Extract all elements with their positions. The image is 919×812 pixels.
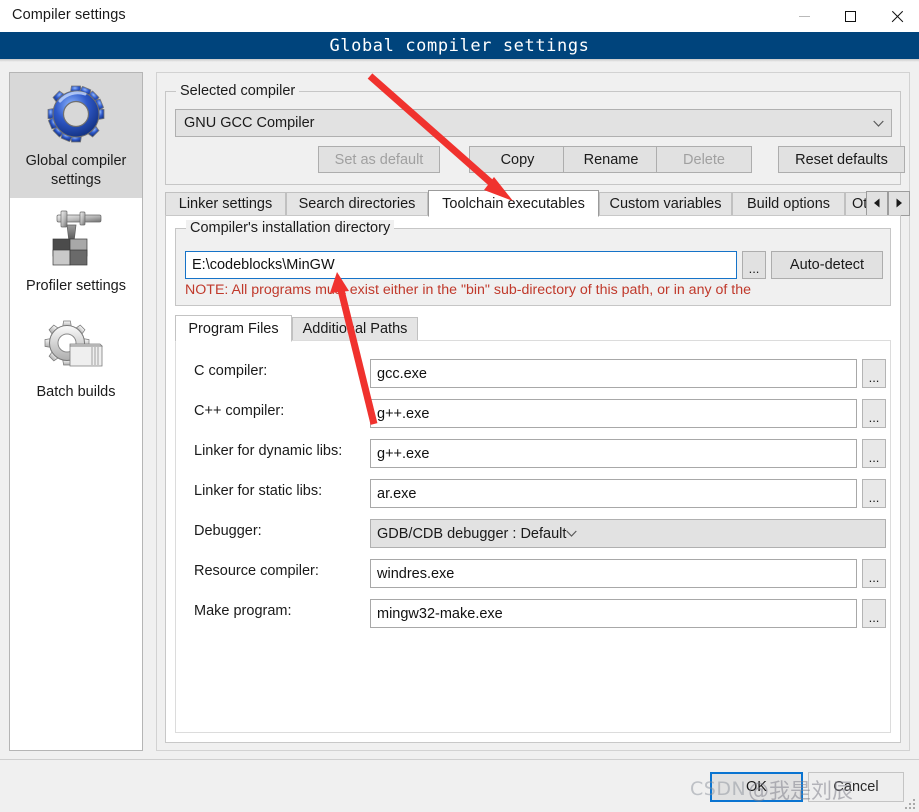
rename-button[interactable]: Rename	[563, 146, 659, 173]
triangle-right-icon	[895, 195, 903, 213]
linker-dynamic-browse-button[interactable]: ...	[862, 439, 886, 468]
minimize-icon	[798, 15, 810, 17]
sidebar-item-global-compiler-settings[interactable]: Global compiler settings	[10, 73, 142, 198]
minimize-button[interactable]	[781, 0, 827, 32]
compiler-settings-dialog: Compiler settings Global compiler settin…	[0, 0, 919, 812]
chevron-down-icon	[566, 530, 578, 538]
toolchain-executables-panel: Compiler's installation directory E:\cod…	[165, 215, 901, 743]
program-files-panel: C compiler: gcc.exe ... C++ compiler: g+…	[175, 340, 891, 733]
profiler-caliper-icon	[40, 206, 112, 272]
sidebar-item-profiler-settings[interactable]: Profiler settings	[10, 198, 142, 304]
installation-directory-note: NOTE: All programs must exist either in …	[185, 282, 751, 298]
tab-scroll-left-button[interactable]	[866, 191, 888, 216]
maximize-button[interactable]	[827, 0, 873, 32]
resource-compiler-input[interactable]: windres.exe	[370, 559, 857, 588]
linker-dynamic-input[interactable]: g++.exe	[370, 439, 857, 468]
selected-compiler-group: Selected compiler GNU GCC Compiler Set a…	[165, 83, 905, 185]
page-title-band: Global compiler settings	[0, 32, 919, 59]
installation-directory-browse-button[interactable]: ...	[742, 251, 766, 279]
c-compiler-browse-button[interactable]: ...	[862, 359, 886, 388]
c-compiler-input[interactable]: gcc.exe	[370, 359, 857, 388]
resource-compiler-browse-button[interactable]: ...	[862, 559, 886, 588]
sidebar-item-label: Global compiler settings	[25, 153, 127, 188]
field-row-resource-compiler: Resource compiler: windres.exe ...	[176, 559, 892, 589]
field-row-c-compiler: C compiler: gcc.exe ...	[176, 359, 892, 389]
tab-search-directories[interactable]: Search directories	[286, 192, 428, 216]
field-value: gcc.exe	[377, 365, 427, 382]
field-value: g++.exe	[377, 445, 430, 462]
settings-content-panel: Selected compiler GNU GCC Compiler Set a…	[156, 72, 910, 751]
field-value: g++.exe	[377, 405, 430, 422]
field-row-linker-dynamic: Linker for dynamic libs: g++.exe ...	[176, 439, 892, 469]
chevron-down-icon	[873, 120, 884, 128]
dialog-body: Global compiler settings Profiler settin…	[0, 62, 919, 759]
field-value: mingw32-make.exe	[377, 605, 503, 622]
compiler-select[interactable]: GNU GCC Compiler	[175, 109, 892, 137]
compiler-select-value: GNU GCC Compiler	[184, 115, 315, 131]
cpp-compiler-browse-button[interactable]: ...	[862, 399, 886, 428]
page-title: Global compiler settings	[329, 35, 590, 56]
maximize-icon	[844, 10, 856, 22]
field-label: Linker for dynamic libs:	[194, 443, 343, 459]
field-label: C compiler:	[194, 363, 268, 379]
batch-builds-gear-icon	[40, 312, 112, 378]
cancel-button[interactable]: Cancel	[808, 772, 904, 802]
settings-tabstrip: Linker settings Search directories Toolc…	[165, 190, 910, 217]
tab-program-files[interactable]: Program Files	[175, 315, 292, 342]
make-program-browse-button[interactable]: ...	[862, 599, 886, 628]
reset-defaults-button[interactable]: Reset defaults	[778, 146, 905, 173]
tab-custom-variables[interactable]: Custom variables	[599, 192, 732, 216]
field-row-make-program: Make program: mingw32-make.exe ...	[176, 599, 892, 629]
installation-directory-value: E:\codeblocks\MinGW	[192, 257, 335, 273]
field-row-linker-static: Linker for static libs: ar.exe ...	[176, 479, 892, 509]
installation-directory-group: Compiler's installation directory E:\cod…	[175, 220, 891, 306]
linker-static-input[interactable]: ar.exe	[370, 479, 857, 508]
delete-button[interactable]: Delete	[656, 146, 752, 173]
tab-additional-paths[interactable]: Additional Paths	[292, 317, 418, 341]
tab-scroll-right-button[interactable]	[888, 191, 910, 216]
installation-directory-group-title: Compiler's installation directory	[186, 220, 395, 236]
window-titlebar: Compiler settings	[0, 0, 919, 33]
close-icon	[890, 10, 903, 23]
field-row-cpp-compiler: C++ compiler: g++.exe ...	[176, 399, 892, 429]
resize-grip-icon[interactable]	[904, 798, 917, 811]
ok-button[interactable]: OK	[710, 772, 803, 802]
close-button[interactable]	[873, 0, 919, 32]
window-title: Compiler settings	[12, 7, 126, 23]
field-label: Make program:	[194, 603, 292, 619]
triangle-left-icon	[873, 195, 881, 213]
linker-static-browse-button[interactable]: ...	[862, 479, 886, 508]
program-files-tabstrip: Program Files Additional Paths	[175, 315, 891, 342]
installation-directory-input[interactable]: E:\codeblocks\MinGW	[185, 251, 737, 279]
field-value: GDB/CDB debugger : Default	[377, 525, 567, 542]
sidebar-item-batch-builds[interactable]: Batch builds	[10, 304, 142, 410]
field-value: windres.exe	[377, 565, 455, 582]
debugger-select[interactable]: GDB/CDB debugger : Default	[370, 519, 886, 548]
blue-gear-icon	[40, 81, 112, 147]
sidebar-item-label: Batch builds	[36, 384, 116, 400]
cpp-compiler-input[interactable]: g++.exe	[370, 399, 857, 428]
tab-toolchain-executables[interactable]: Toolchain executables	[428, 190, 599, 217]
field-row-debugger: Debugger: GDB/CDB debugger : Default	[176, 519, 892, 549]
sidebar-item-label: Profiler settings	[26, 278, 126, 294]
field-value: ar.exe	[377, 485, 417, 502]
field-label: Debugger:	[194, 523, 262, 539]
dialog-footer: OK Cancel	[0, 759, 919, 812]
auto-detect-button[interactable]: Auto-detect	[771, 251, 883, 279]
field-label: Resource compiler:	[194, 563, 319, 579]
make-program-input[interactable]: mingw32-make.exe	[370, 599, 857, 628]
field-label: Linker for static libs:	[194, 483, 323, 499]
settings-sidebar: Global compiler settings Profiler settin…	[9, 72, 143, 751]
field-label: C++ compiler:	[194, 403, 285, 419]
tab-build-options[interactable]: Build options	[732, 192, 845, 216]
selected-compiler-group-title: Selected compiler	[176, 83, 300, 99]
set-as-default-button[interactable]: Set as default	[318, 146, 440, 173]
tab-linker-settings[interactable]: Linker settings	[165, 192, 286, 216]
copy-button[interactable]: Copy	[469, 146, 566, 173]
